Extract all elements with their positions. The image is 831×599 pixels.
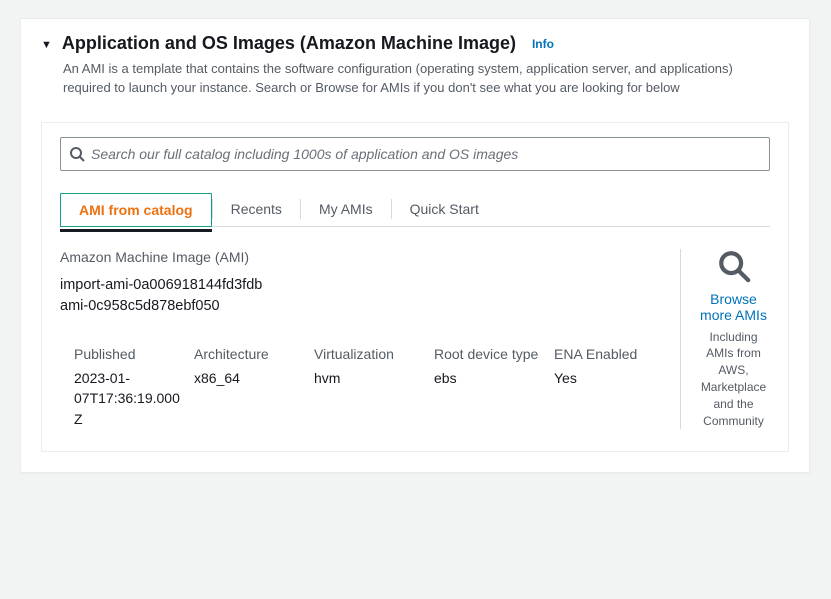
ami-id: ami-0c958c5d878ebf050 bbox=[60, 296, 664, 318]
prop-virtualization: Virtualization hvm bbox=[314, 346, 424, 429]
ami-name: import-ami-0a006918144fd3fdb bbox=[60, 275, 664, 297]
tab-recents[interactable]: Recents bbox=[213, 193, 300, 225]
ami-properties: Published 2023-01-07T17:36:19.000Z Archi… bbox=[60, 346, 664, 429]
prop-value: Yes bbox=[554, 368, 664, 388]
search-icon bbox=[69, 146, 85, 162]
tab-quick-start[interactable]: Quick Start bbox=[392, 193, 497, 225]
title-row[interactable]: ▼ Application and OS Images (Amazon Mach… bbox=[41, 33, 789, 54]
search-wrap bbox=[42, 123, 788, 175]
search-field[interactable] bbox=[60, 137, 770, 171]
prop-value: 2023-01-07T17:36:19.000Z bbox=[74, 368, 184, 429]
prop-label: Architecture bbox=[194, 346, 304, 362]
ami-heading: Amazon Machine Image (AMI) bbox=[60, 249, 664, 265]
ami-browse-panel: Browse more AMIs Including AMIs from AWS… bbox=[680, 249, 770, 430]
prop-value: ebs bbox=[434, 368, 544, 388]
ami-details: Amazon Machine Image (AMI) import-ami-0a… bbox=[60, 249, 664, 430]
tabs: AMI from catalog Recents My AMIs Quick S… bbox=[42, 175, 788, 227]
section-description: An AMI is a template that contains the s… bbox=[63, 60, 773, 98]
prop-label: Root device type bbox=[434, 346, 544, 362]
prop-value: x86_64 bbox=[194, 368, 304, 388]
prop-label: Virtualization bbox=[314, 346, 424, 362]
prop-root-device: Root device type ebs bbox=[434, 346, 544, 429]
prop-label: ENA Enabled bbox=[554, 346, 664, 362]
info-link[interactable]: Info bbox=[532, 37, 554, 51]
browse-subtext: Including AMIs from AWS, Marketplace and… bbox=[697, 329, 770, 430]
prop-label: Published bbox=[74, 346, 184, 362]
browse-more-amis-link[interactable]: Browse more AMIs bbox=[697, 291, 770, 323]
tabs-row: AMI from catalog Recents My AMIs Quick S… bbox=[60, 193, 770, 227]
tab-ami-from-catalog[interactable]: AMI from catalog bbox=[60, 193, 212, 227]
ami-body: Amazon Machine Image (AMI) import-ami-0a… bbox=[42, 227, 788, 452]
section-title: Application and OS Images (Amazon Machin… bbox=[62, 33, 516, 54]
prop-published: Published 2023-01-07T17:36:19.000Z bbox=[74, 346, 184, 429]
panel-header: ▼ Application and OS Images (Amazon Mach… bbox=[21, 19, 809, 108]
search-input[interactable] bbox=[91, 146, 761, 162]
prop-architecture: Architecture x86_64 bbox=[194, 346, 304, 429]
magnifier-icon bbox=[717, 249, 751, 283]
prop-value: hvm bbox=[314, 368, 424, 388]
tab-my-amis[interactable]: My AMIs bbox=[301, 193, 391, 225]
ami-content-box: AMI from catalog Recents My AMIs Quick S… bbox=[41, 122, 789, 453]
prop-ena: ENA Enabled Yes bbox=[554, 346, 664, 429]
ami-section-panel: ▼ Application and OS Images (Amazon Mach… bbox=[20, 18, 810, 473]
collapse-caret-icon[interactable]: ▼ bbox=[41, 40, 52, 51]
